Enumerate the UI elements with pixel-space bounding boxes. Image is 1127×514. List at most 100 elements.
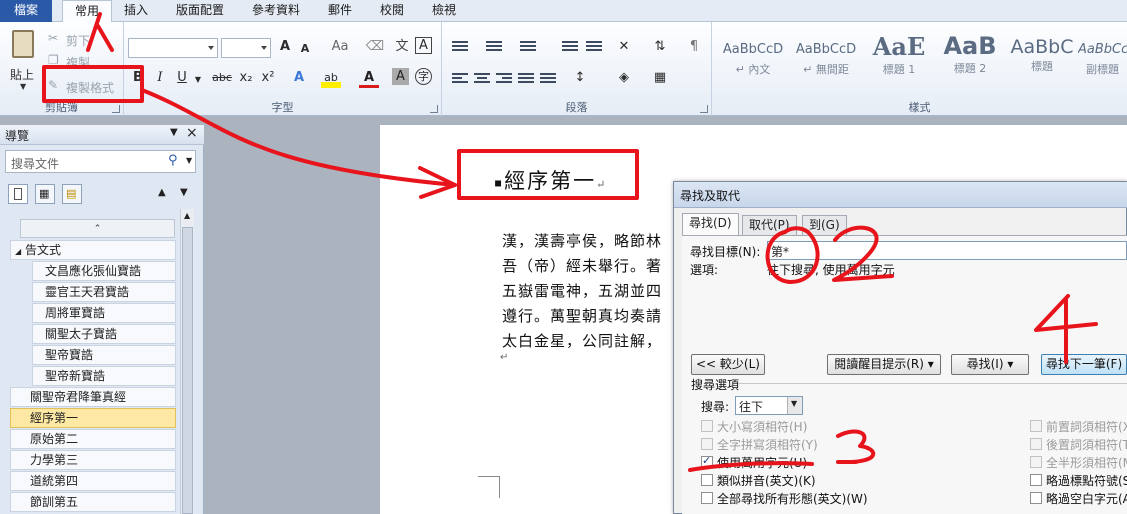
dialog-launcher-icon[interactable]: [112, 105, 120, 113]
strikethrough-icon[interactable]: abc: [210, 68, 234, 88]
dialog-launcher-icon[interactable]: [430, 105, 438, 113]
multilevel-list-icon[interactable]: [520, 41, 536, 53]
italic-icon[interactable]: I: [150, 68, 170, 88]
style-heading-2[interactable]: AaB 標題 2: [934, 32, 1006, 88]
all-word-forms-checkbox[interactable]: [701, 492, 713, 504]
font-color-icon[interactable]: A: [359, 68, 379, 88]
copy-button[interactable]: ❐ 複製: [48, 53, 118, 71]
style-no-spacing[interactable]: AaBbCcD ↵ 無間距: [790, 32, 862, 88]
nav-heading-item[interactable]: 關聖帝君降筆真經: [10, 387, 176, 407]
align-center-icon[interactable]: [474, 73, 490, 85]
show-marks-icon[interactable]: ¶: [684, 37, 704, 57]
dialog-launcher-icon[interactable]: [700, 105, 708, 113]
tab-headings[interactable]: [8, 184, 28, 204]
tab-review[interactable]: 校閱: [370, 0, 414, 22]
tab-home[interactable]: 常用: [62, 0, 112, 23]
tab-pages[interactable]: ▦: [35, 184, 55, 204]
tab-mailings[interactable]: 郵件: [318, 0, 362, 22]
find-next-button[interactable]: 尋找下一筆(F): [1041, 354, 1127, 375]
find-what-input[interactable]: 第*: [767, 241, 1127, 260]
tab-view[interactable]: 檢視: [422, 0, 466, 22]
line-spacing-icon[interactable]: ↕: [570, 68, 590, 88]
style-title[interactable]: AaBbC 標題: [1006, 32, 1078, 88]
find-in-button[interactable]: 尋找(I) ▾: [951, 354, 1029, 375]
bold-icon[interactable]: B: [128, 68, 148, 88]
tab-file[interactable]: 檔案: [0, 0, 52, 22]
highlight-icon[interactable]: ab: [321, 68, 341, 88]
pane-menu-icon[interactable]: ▼: [170, 127, 178, 138]
phonetic-guide-icon[interactable]: 文: [392, 37, 412, 57]
nav-heading-item[interactable]: 原始第二: [10, 429, 176, 449]
shading-icon[interactable]: ◈: [614, 68, 634, 88]
reading-highlight-button[interactable]: 閱讀醒目提示(R) ▾: [827, 354, 941, 375]
increase-indent-icon[interactable]: [586, 41, 602, 53]
nav-heading-item[interactable]: 聖帝新寶誥: [32, 366, 176, 386]
shrink-font-icon[interactable]: A: [295, 39, 315, 59]
close-icon[interactable]: ×: [186, 125, 198, 141]
sort-icon[interactable]: ⇅: [650, 37, 670, 57]
change-case-icon[interactable]: Aa: [327, 37, 353, 57]
font-size-combo[interactable]: [221, 38, 271, 58]
document-heading[interactable]: ▪經序第一↵: [494, 165, 607, 195]
ignore-whitespace-checkbox[interactable]: [1030, 492, 1042, 504]
ignore-punctuation-checkbox[interactable]: [1030, 474, 1042, 486]
nav-heading-item[interactable]: 道統第四: [10, 471, 176, 491]
nav-heading-item-selected[interactable]: 經序第一: [10, 408, 176, 428]
sounds-like-checkbox[interactable]: [701, 474, 713, 486]
style-normal[interactable]: AaBbCcD ↵ 內文: [717, 32, 789, 88]
tab-find[interactable]: 尋找(D): [682, 213, 739, 236]
tab-layout[interactable]: 版面配置: [166, 0, 234, 22]
nav-heading-item[interactable]: 靈官王天君寶誥: [32, 282, 176, 302]
previous-heading-icon[interactable]: ▲: [158, 187, 166, 198]
nav-heading-item[interactable]: 周將軍寶誥: [32, 303, 176, 323]
justify-icon[interactable]: [518, 73, 534, 85]
search-input[interactable]: 搜尋文件 ⚲ ▼: [5, 150, 196, 173]
text-effects-icon[interactable]: A: [289, 68, 309, 88]
char-border-icon[interactable]: A: [415, 37, 432, 54]
tab-goto[interactable]: 到(G): [802, 215, 847, 235]
tab-references[interactable]: 參考資料: [244, 0, 308, 22]
scrollbar-thumb[interactable]: [182, 227, 193, 514]
asian-layout-icon[interactable]: ✕: [614, 37, 634, 57]
paste-button[interactable]: 貼上 ▼: [4, 26, 44, 96]
nav-heading-item[interactable]: 文昌應化張仙寶誥: [32, 261, 176, 281]
format-painter-button[interactable]: ✎ 複製格式: [48, 77, 122, 97]
match-case-checkbox[interactable]: [701, 420, 713, 432]
decrease-indent-icon[interactable]: [562, 41, 578, 53]
match-suffix-checkbox[interactable]: [1030, 438, 1042, 450]
borders-icon[interactable]: ▦: [650, 68, 670, 88]
next-heading-icon[interactable]: ▼: [180, 187, 188, 198]
numbering-icon[interactable]: [486, 41, 502, 53]
tab-replace[interactable]: 取代(P): [742, 215, 797, 235]
style-subtitle[interactable]: AaBbCc 副標題: [1078, 32, 1127, 88]
grow-font-icon[interactable]: A: [275, 37, 295, 57]
cut-button[interactable]: ✂ 剪下: [48, 31, 118, 49]
subscript-icon[interactable]: x₂: [236, 68, 256, 88]
nav-heading-item[interactable]: 關聖太子寶誥: [32, 324, 176, 344]
enclose-char-icon[interactable]: 字: [415, 68, 432, 85]
font-name-combo[interactable]: [128, 38, 218, 58]
chevron-down-icon[interactable]: ▼: [186, 156, 192, 165]
match-prefix-checkbox[interactable]: [1030, 420, 1042, 432]
nav-heading-item[interactable]: 力學第三: [10, 450, 176, 470]
distributed-icon[interactable]: [540, 73, 556, 85]
nav-heading-item[interactable]: 節訓第五: [10, 492, 176, 512]
nav-scrollbar[interactable]: ▲: [180, 209, 194, 514]
document-line[interactable]: 漢，漢壽亭侯，略節林: [502, 230, 662, 251]
collapse-all-button[interactable]: ⌃: [20, 219, 175, 238]
align-right-icon[interactable]: [496, 73, 512, 85]
document-line[interactable]: 太白金星，公同註解，: [502, 330, 662, 351]
tab-results[interactable]: ▤: [62, 184, 82, 204]
document-line[interactable]: 五嶽雷電神，五湖並四: [502, 280, 662, 301]
align-left-icon[interactable]: [452, 73, 468, 85]
search-icon[interactable]: ⚲: [168, 153, 178, 168]
document-line[interactable]: 吾（帝）經未舉行。著: [502, 255, 662, 276]
chevron-down-icon[interactable]: ▼: [188, 70, 208, 90]
nav-heading-item[interactable]: 聖帝寶誥: [32, 345, 176, 365]
style-heading-1[interactable]: AaE 標題 1: [863, 32, 935, 88]
search-direction-select[interactable]: 往下 ▼: [735, 396, 803, 415]
less-button[interactable]: << 較少(L): [691, 354, 765, 375]
superscript-icon[interactable]: x²: [258, 68, 278, 88]
nav-heading-item[interactable]: ◢ 告文式: [10, 240, 176, 260]
dialog-titlebar[interactable]: 尋找及取代: [674, 182, 1127, 208]
